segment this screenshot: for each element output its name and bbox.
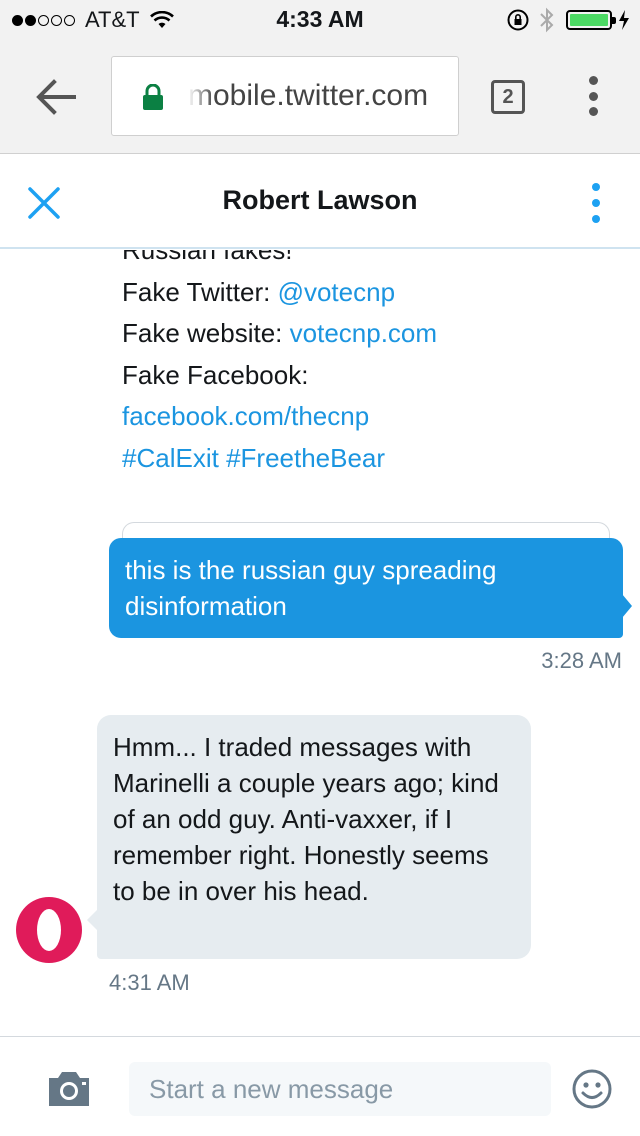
website-link[interactable]: votecnp.com xyxy=(290,318,437,348)
url-text: mobile.twitter.com xyxy=(188,79,429,112)
bluetooth-icon xyxy=(540,7,554,33)
quoted-line: facebook.com/thecnp xyxy=(122,396,622,438)
quoted-line: Fake website: votecnp.com xyxy=(122,313,622,355)
twitter-handle-link[interactable]: @votecnp xyxy=(278,277,395,307)
battery-tip xyxy=(612,17,616,24)
quoted-line: Fake Twitter: @votecnp xyxy=(122,272,622,314)
message-input[interactable] xyxy=(129,1062,551,1116)
incoming-message[interactable]: Hmm... I traded messages with Marinelli … xyxy=(97,715,531,959)
menu-dot xyxy=(592,183,600,191)
back-arrow-icon[interactable] xyxy=(30,75,80,119)
menu-dot xyxy=(592,199,600,207)
quoted-line: Fake Facebook: xyxy=(122,355,622,397)
menu-dot xyxy=(592,215,600,223)
message-composer xyxy=(0,1036,640,1136)
more-vertical-icon[interactable] xyxy=(580,76,606,116)
hashtag-link[interactable]: #CalExit xyxy=(122,443,219,473)
browser-toolbar: mobile.twitter.com 2 xyxy=(0,40,640,154)
charging-bolt-icon xyxy=(619,10,629,30)
quoted-text: Fake Facebook: xyxy=(122,359,309,390)
avatar[interactable] xyxy=(16,897,82,963)
conversation-more-icon[interactable] xyxy=(588,183,604,223)
hashtag-link[interactable]: #FreetheBear xyxy=(226,443,385,473)
conversation-title: Robert Lawson xyxy=(222,185,418,215)
quoted-text: Russian fakes! xyxy=(122,250,293,265)
menu-dot xyxy=(588,76,598,85)
tab-switcher-button[interactable]: 2 xyxy=(491,80,525,114)
conversation-header: Robert Lawson xyxy=(0,155,640,249)
outgoing-bubble-tail xyxy=(622,594,632,618)
status-right xyxy=(506,7,630,33)
battery-indicator xyxy=(566,10,616,30)
emoji-icon[interactable] xyxy=(571,1068,613,1110)
battery-fill xyxy=(570,14,608,26)
url-fade xyxy=(188,57,214,135)
quoted-line: #CalExit #FreetheBear xyxy=(122,438,622,480)
orientation-lock-icon xyxy=(507,9,529,31)
quoted-tweet-text: Russian fakes! Fake Twitter: @votecnp Fa… xyxy=(122,250,622,479)
menu-dot xyxy=(588,91,598,101)
menu-dot xyxy=(588,107,598,116)
quoted-text: Fake Twitter: xyxy=(122,276,278,307)
avatar-logo xyxy=(37,909,61,951)
quoted-line: Russian fakes! xyxy=(122,250,622,272)
address-bar[interactable]: mobile.twitter.com xyxy=(111,56,459,136)
incoming-bubble-tail xyxy=(87,910,97,930)
message-timestamp: 4:31 AM xyxy=(109,970,190,995)
quoted-text: Fake website: xyxy=(122,318,290,348)
lock-icon xyxy=(143,84,163,110)
status-bar: AT&T 4:33 AM xyxy=(0,0,640,40)
facebook-link[interactable]: facebook.com/thecnp xyxy=(122,401,369,431)
outgoing-message[interactable]: this is the russian guy spreading disinf… xyxy=(109,538,623,638)
message-timestamp: 3:28 AM xyxy=(541,648,622,673)
camera-icon[interactable] xyxy=(46,1070,92,1108)
message-thread[interactable]: Russian fakes! Fake Twitter: @votecnp Fa… xyxy=(0,250,640,1035)
